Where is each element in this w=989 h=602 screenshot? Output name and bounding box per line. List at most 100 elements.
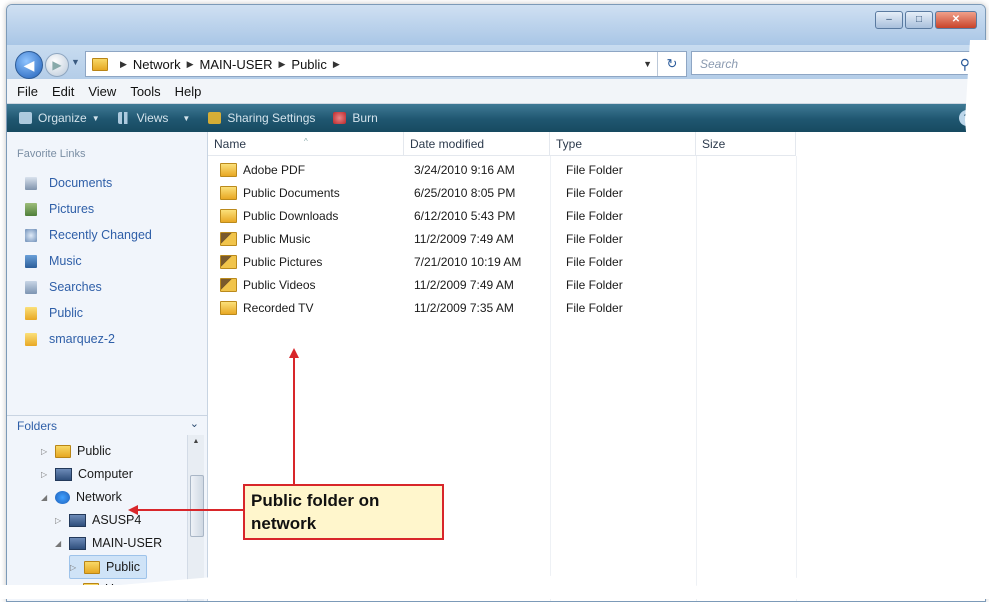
- scroll-thumb[interactable]: [190, 475, 204, 537]
- address-dropdown-icon[interactable]: ▼: [643, 52, 652, 76]
- expand-icon[interactable]: ▷: [69, 585, 79, 594]
- favorite-item-label: Recently Changed: [49, 228, 152, 242]
- tree-item-users[interactable]: ▷ Users: [69, 578, 138, 600]
- chevron-down-icon: ▼: [182, 113, 191, 123]
- breadcrumb-network[interactable]: Network: [133, 57, 181, 72]
- back-button[interactable]: ◀: [15, 51, 43, 79]
- file-date: 6/12/2010 5:43 PM: [414, 209, 516, 223]
- chevron-right-icon[interactable]: ▶: [187, 59, 194, 70]
- collapse-icon[interactable]: ◢: [41, 493, 51, 502]
- window-controls: – □ ✕: [875, 11, 977, 29]
- search-icon[interactable]: ⚲: [960, 52, 970, 76]
- file-row[interactable]: Recorded TV 11/2/2009 7:35 AM File Folde…: [208, 297, 798, 319]
- burn-label: Burn: [352, 111, 378, 125]
- file-date: 3/24/2010 9:16 AM: [414, 163, 515, 177]
- tree-item-public[interactable]: ▷ Public: [41, 440, 111, 462]
- favorite-item-public[interactable]: Public: [7, 300, 207, 326]
- sort-caret-icon: ^: [304, 137, 308, 146]
- forward-button[interactable]: ▶: [45, 53, 69, 77]
- menu-tools[interactable]: Tools: [130, 84, 160, 99]
- column-header-label: Name: [214, 137, 247, 151]
- menu-edit[interactable]: Edit: [52, 84, 74, 99]
- favorite-item-label: Searches: [49, 280, 102, 294]
- folder-icon: [220, 300, 237, 315]
- file-row[interactable]: Public Downloads 6/12/2010 5:43 PM File …: [208, 205, 798, 227]
- tree-item-network[interactable]: ◢ Network: [41, 486, 122, 508]
- file-row[interactable]: Public Documents 6/25/2010 8:05 PM File …: [208, 182, 798, 204]
- refresh-icon[interactable]: ↻: [657, 52, 686, 76]
- file-name: Public Documents: [243, 186, 340, 200]
- menu-file[interactable]: File: [17, 84, 38, 99]
- help-icon[interactable]: ?: [959, 110, 975, 126]
- pictures-folder-icon: [220, 254, 237, 269]
- tree-item-asusp4[interactable]: ▷ ASUSP4: [55, 509, 141, 531]
- favorite-item-music[interactable]: Music: [7, 248, 207, 274]
- close-button[interactable]: ✕: [935, 11, 977, 29]
- command-toolbar: Organize ▼ Views ▼ Sharing Settings Burn…: [7, 104, 985, 132]
- organize-label: Organize: [38, 111, 87, 125]
- file-type: File Folder: [566, 278, 623, 292]
- file-name: Recorded TV: [243, 301, 314, 315]
- documents-icon: [25, 176, 37, 190]
- expand-icon[interactable]: ▷: [41, 470, 51, 479]
- chevron-right-icon[interactable]: ▶: [120, 59, 127, 70]
- tree-item-public-selected[interactable]: ▷ Public: [69, 555, 148, 579]
- favorite-links-list: Documents Pictures Recently Changed Musi…: [7, 170, 207, 352]
- tree-item-main-user[interactable]: ◢ MAIN-USER: [55, 532, 162, 554]
- folder-tree-scrollbar[interactable]: ▲: [187, 435, 204, 601]
- recently-changed-icon: [25, 228, 37, 242]
- chevron-down-icon[interactable]: ⌄: [190, 417, 199, 430]
- file-name: Public Downloads: [243, 209, 339, 223]
- column-header-size[interactable]: Size: [696, 132, 796, 156]
- organize-button[interactable]: Organize ▼: [19, 111, 100, 125]
- file-name: Adobe PDF: [243, 163, 306, 177]
- favorite-item-pictures[interactable]: Pictures: [7, 196, 207, 222]
- tree-item-label: MAIN-USER: [92, 536, 163, 550]
- recent-pages-dropdown-icon[interactable]: ▼: [71, 57, 80, 67]
- column-header-label: Size: [702, 137, 726, 151]
- expand-icon[interactable]: ▷: [41, 447, 51, 456]
- file-name: Public Music: [243, 232, 311, 246]
- search-input[interactable]: Search ⚲: [691, 51, 977, 75]
- file-row[interactable]: Public Music 11/2/2009 7:49 AM File Fold…: [208, 228, 798, 250]
- expand-icon[interactable]: ▷: [70, 563, 80, 572]
- computer-icon: [55, 467, 72, 481]
- file-row[interactable]: Public Videos 11/2/2009 7:49 AM File Fol…: [208, 274, 798, 296]
- column-header-date-modified[interactable]: Date modified: [404, 132, 550, 156]
- favorite-item-searches[interactable]: Searches: [7, 274, 207, 300]
- maximize-button[interactable]: □: [905, 11, 933, 29]
- minimize-button[interactable]: –: [875, 11, 903, 29]
- file-type: File Folder: [566, 163, 623, 177]
- views-button[interactable]: Views ▼: [117, 111, 191, 125]
- address-bar[interactable]: ▶ Network ▶ MAIN-USER ▶ Public ▶ ▼ ↻: [85, 51, 687, 77]
- burn-button[interactable]: Burn: [333, 111, 378, 125]
- collapse-icon[interactable]: ◢: [55, 539, 65, 548]
- column-header-type[interactable]: Type: [550, 132, 696, 156]
- tree-item-label: Computer: [78, 467, 133, 481]
- expand-icon[interactable]: ▷: [55, 516, 65, 525]
- favorite-item-smarquez-2[interactable]: smarquez-2: [7, 326, 207, 352]
- folder-icon: [84, 560, 100, 574]
- chevron-right-icon[interactable]: ▶: [278, 59, 285, 70]
- file-row[interactable]: Public Pictures 7/21/2010 10:19 AM File …: [208, 251, 798, 273]
- tree-item-computer[interactable]: ▷ Computer: [41, 463, 133, 485]
- file-date: 6/25/2010 8:05 PM: [414, 186, 516, 200]
- folders-title: Folders: [17, 419, 58, 433]
- menu-view[interactable]: View: [88, 84, 116, 99]
- address-row: ◀ ▶ ▼ ▶ Network ▶ MAIN-USER ▶ Public ▶ ▼…: [7, 45, 985, 79]
- folder-icon: [92, 57, 108, 71]
- breadcrumb-public[interactable]: Public: [291, 57, 326, 72]
- column-header-name[interactable]: ^ Name: [208, 132, 404, 156]
- file-type: File Folder: [566, 232, 623, 246]
- breadcrumb-main-user[interactable]: MAIN-USER: [200, 57, 273, 72]
- menu-help[interactable]: Help: [175, 84, 202, 99]
- favorite-item-documents[interactable]: Documents: [7, 170, 207, 196]
- folders-header[interactable]: Folders ⌄: [7, 415, 207, 436]
- chevron-right-icon[interactable]: ▶: [333, 59, 340, 70]
- sharing-settings-button[interactable]: Sharing Settings: [208, 111, 315, 125]
- videos-folder-icon: [220, 277, 237, 292]
- callout-box: Public folder on network: [243, 484, 444, 540]
- file-row[interactable]: Adobe PDF 3/24/2010 9:16 AM File Folder: [208, 159, 798, 181]
- scroll-up-icon[interactable]: ▲: [188, 435, 204, 449]
- favorite-item-recently-changed[interactable]: Recently Changed: [7, 222, 207, 248]
